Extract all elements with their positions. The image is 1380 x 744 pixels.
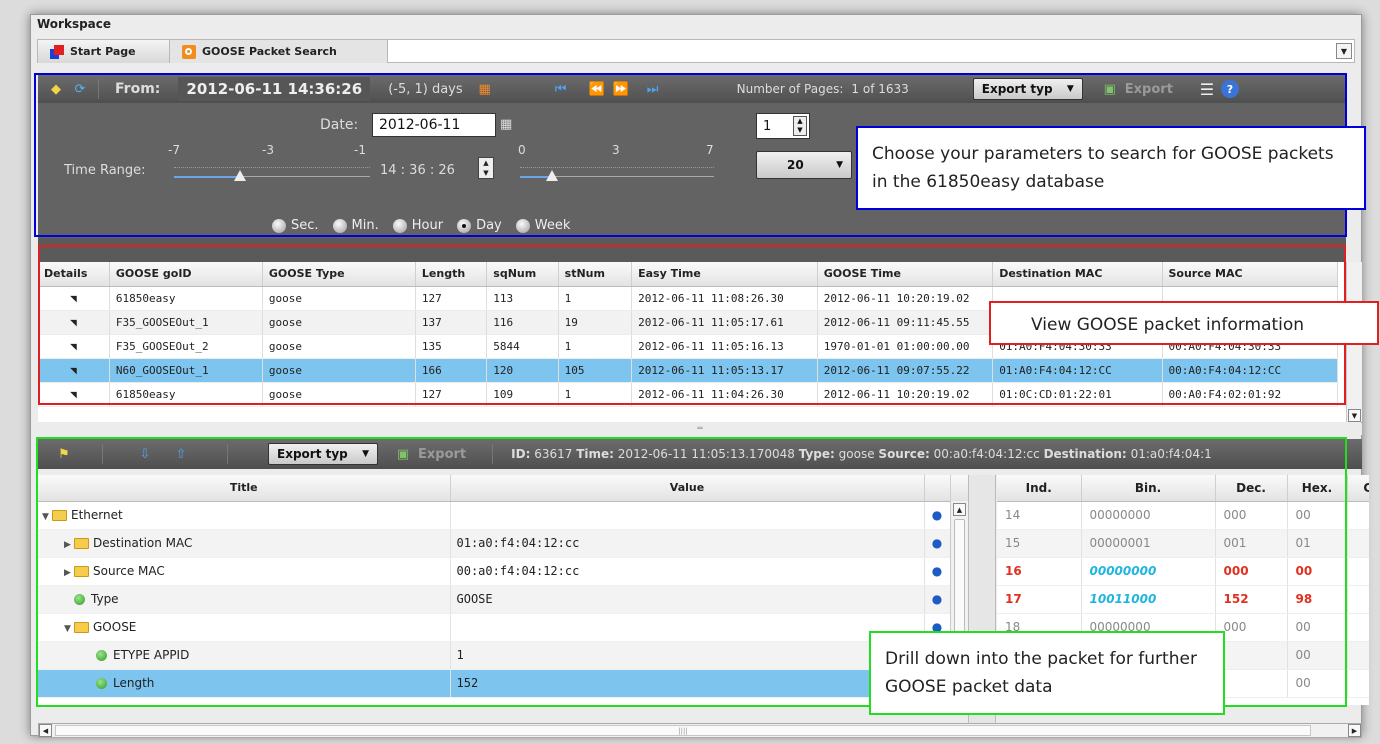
hex-cell (1347, 669, 1369, 698)
scroll-down-icon[interactable]: ▼ (1348, 409, 1361, 422)
hex-cell (1347, 585, 1369, 614)
splitter-handle[interactable]: ═ (38, 423, 1362, 435)
hex-cell (1347, 613, 1369, 642)
col-char[interactable]: Ch (1347, 475, 1369, 502)
tab-goose-packet-search[interactable]: GOOSE Packet Search (170, 40, 388, 63)
hex-cell (1347, 557, 1369, 586)
scroll-thumb[interactable]: |||| (55, 725, 1311, 736)
workspace-window: Workspace Start Page GOOSE Packet Search… (30, 14, 1379, 738)
hex-cell (1347, 529, 1369, 558)
tab-goose-packet-search-label: GOOSE Packet Search (202, 45, 337, 58)
search-doc-icon (182, 44, 196, 59)
workspace-title: Workspace (37, 17, 112, 31)
tab-list-dropdown[interactable]: ▼ (1336, 43, 1352, 59)
start-page-icon (50, 44, 64, 59)
drill-callout: Drill down into the packet for further G… (869, 631, 1225, 715)
horizontal-scrollbar[interactable]: ◀ |||| ▶ (38, 723, 1362, 738)
search-callout: Choose your parameters to search for GOO… (856, 126, 1366, 210)
info-callout: View GOOSE packet information (989, 301, 1379, 345)
hex-cell (1347, 501, 1369, 530)
tab-bar: Start Page GOOSE Packet Search ▼ (37, 39, 1355, 63)
scroll-right-icon[interactable]: ▶ (1348, 724, 1361, 737)
tab-start-page[interactable]: Start Page (38, 40, 170, 63)
scroll-left-icon[interactable]: ◀ (39, 724, 52, 737)
hex-cell (1347, 641, 1369, 670)
tab-start-page-label: Start Page (70, 45, 136, 58)
